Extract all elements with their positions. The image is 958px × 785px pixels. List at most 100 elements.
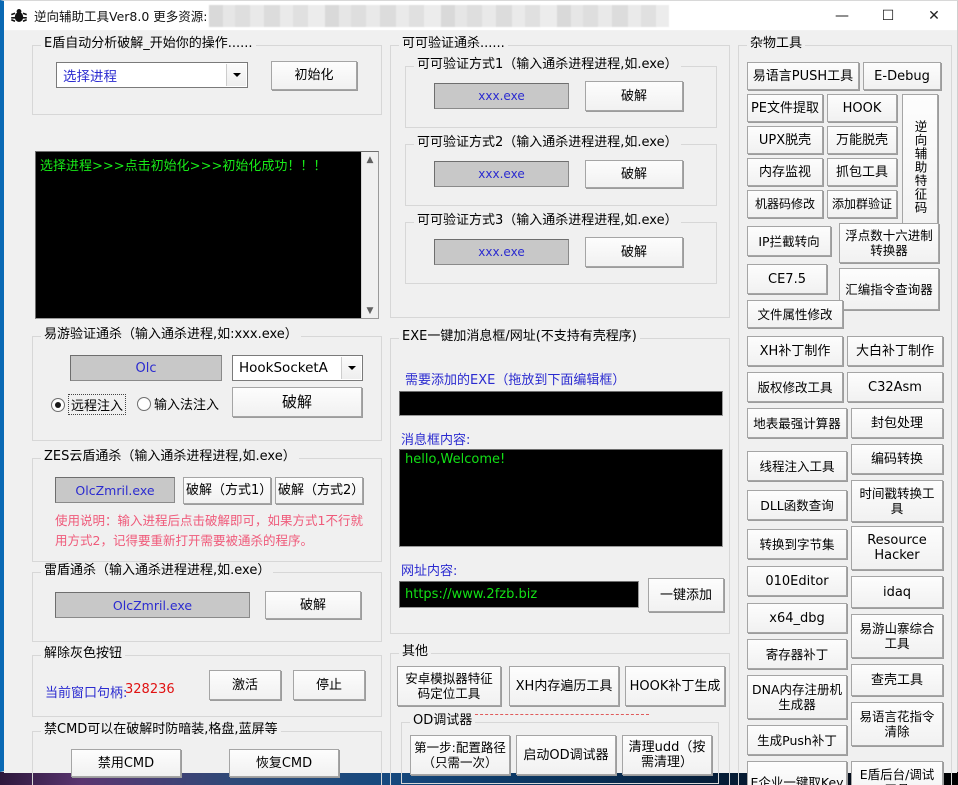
yiyou-hook-combo[interactable]: HookSocketA [232, 355, 363, 381]
tool-epl-junk-clean-button[interactable]: 易语言花指令清除 [851, 702, 943, 746]
message-content-textarea[interactable]: hello,Welcome! [399, 449, 723, 547]
xh-memory-traverse-tool-button[interactable]: XH内存遍历工具 [509, 666, 619, 706]
group-gray-caption: 解除灰色按钮 [41, 647, 125, 661]
tool-shell-detect-button[interactable]: 查壳工具 [851, 664, 943, 696]
tool-file-attribute-edit-button[interactable]: 文件属性修改 [747, 300, 843, 328]
minimize-button[interactable]: — [819, 1, 865, 30]
one-click-add-button[interactable]: 一键添加 [648, 578, 724, 612]
chevron-down-icon[interactable] [226, 64, 246, 86]
tool-yiyou-suite-button[interactable]: 易游山寨综合工具 [851, 614, 943, 658]
tool-easy-push-button[interactable]: 易语言PUSH工具 [747, 62, 859, 90]
group-cmd-caption: 禁CMD可以在破解时防暗装,格盘,蓝屏等 [41, 723, 281, 737]
maximize-button[interactable]: ☐ [865, 1, 911, 30]
group-edun-caption: E盾自动分析破解_开始你的操作...... [41, 37, 256, 51]
radio-ime-dot [137, 397, 151, 411]
process-select-combo[interactable]: 选择进程 [56, 62, 248, 88]
tool-machine-code-edit-button[interactable]: 机器码修改 [747, 190, 823, 218]
hook-patch-gen-button[interactable]: HOOK补丁生成 [625, 666, 725, 706]
scroll-down-icon[interactable]: ▼ [362, 303, 378, 318]
od-launch-button[interactable]: 启动OD调试器 [516, 735, 616, 775]
tool-hook-button[interactable]: HOOK [827, 94, 897, 122]
client-area: E盾自动分析破解_开始你的操作...... 选择进程 初始化 选择进程>>>点击… [4, 31, 957, 773]
initialize-button[interactable]: 初始化 [271, 61, 357, 90]
keke-method-3-input[interactable]: xxx.exe [434, 239, 569, 265]
tool-upx-unpack-button[interactable]: UPX脱壳 [747, 126, 823, 154]
window-title: 逆向辅助工具Ver8.0 更多资源: [34, 6, 207, 25]
zes-crack1-button[interactable]: 破解（方式1） [183, 477, 271, 504]
tool-timestamp-convert-button[interactable]: 时间戳转换工具 [851, 480, 943, 522]
zes-crack2-button[interactable]: 破解（方式2） [275, 477, 363, 504]
group-misc-tools: 杂物工具 易语言PUSH工具 E-Debug PE文件提取 HOOK 逆向辅助特… [738, 45, 952, 785]
tool-010editor-button[interactable]: 010Editor [747, 566, 847, 596]
yiyou-crack-button[interactable]: 破解 [232, 387, 362, 417]
tool-memory-monitor-button[interactable]: 内存监视 [747, 158, 823, 186]
radio-ime-inject[interactable]: 输入法注入 [137, 394, 219, 413]
tool-register-patch-button[interactable]: 寄存器补丁 [747, 639, 847, 669]
tool-float-hex-converter-button[interactable]: 浮点数十六进制转换器 [839, 223, 939, 263]
scroll-up-icon[interactable]: ▲ [362, 152, 378, 167]
tool-e-debug-button[interactable]: E-Debug [863, 62, 941, 90]
tool-gen-push-patch-button[interactable]: 生成Push补丁 [747, 725, 847, 755]
group-yiyou: 易游验证通杀（输入通杀进程,如:xxx.exe） Olc HookSocketA… [32, 336, 382, 441]
tool-c32asm-button[interactable]: C32Asm [847, 372, 943, 402]
log-console[interactable]: 选择进程>>>点击初始化>>>初始化成功！！！ ▲ ▼ [35, 151, 379, 319]
od-configure-path-button[interactable]: 第一步:配置路径（只需一次） [410, 735, 510, 775]
keke-method-3-caption: 可可验证方式3（输入通杀进程进程,如.exe） [414, 214, 681, 228]
keke-method-1-caption: 可可验证方式1（输入通杀进程进程,如.exe） [414, 58, 681, 72]
keke-method-1-crack-button[interactable]: 破解 [585, 81, 683, 111]
tool-reverse-signature-vertical-button[interactable]: 逆向辅助特征码 [902, 94, 938, 241]
tool-idaq-button[interactable]: idaq [851, 576, 943, 608]
window-controls: — ☐ ✕ [819, 1, 957, 30]
keke-method-2-crack-button[interactable]: 破解 [585, 160, 683, 188]
tool-pe-extract-button[interactable]: PE文件提取 [747, 94, 823, 122]
tool-packet-handle-button[interactable]: 封包处理 [851, 408, 943, 438]
log-scrollbar[interactable]: ▲ ▼ [361, 152, 378, 318]
tool-edun-backend-debug-button[interactable]: E盾后台/调试工具 [851, 761, 943, 785]
exe-drop-label: 需要添加的EXE（拖放到下面编辑框） [405, 369, 625, 388]
keke-method-3-crack-button[interactable]: 破解 [585, 237, 683, 267]
group-exe-injector: EXE一键加消息框/网址(不支持有壳程序) 需要添加的EXE（拖放到下面编辑框）… [390, 338, 730, 634]
tool-xh-patch-make-button[interactable]: XH补丁制作 [747, 336, 843, 366]
message-content-label: 消息框内容: [401, 429, 470, 448]
tool-universal-unpack-button[interactable]: 万能脱壳 [827, 126, 897, 154]
tool-add-group-auth-button[interactable]: 添加群验证 [827, 190, 897, 218]
dashed-separator [465, 714, 649, 715]
od-clean-udd-button[interactable]: 清理udd（按需清理） [622, 735, 712, 775]
exe-path-input[interactable] [399, 391, 723, 416]
tool-dll-func-query-button[interactable]: DLL函数查询 [747, 490, 847, 520]
tool-dabai-patch-make-button[interactable]: 大白补丁制作 [847, 336, 943, 366]
tool-encoding-convert-button[interactable]: 编码转换 [851, 444, 943, 474]
tool-copyright-edit-button[interactable]: 版权修改工具 [747, 372, 843, 402]
radio-remote-inject[interactable]: 远程注入 [51, 394, 126, 415]
tool-resource-hacker-button[interactable]: Resource Hacker [851, 526, 943, 570]
tool-asm-instruction-query-button[interactable]: 汇编指令查询器 [839, 268, 939, 310]
url-content-input[interactable]: https://www.2fzb.biz [399, 581, 639, 608]
stop-button[interactable]: 停止 [293, 670, 365, 700]
restore-cmd-button[interactable]: 恢复CMD [229, 749, 339, 777]
keke-method-2-input[interactable]: xxx.exe [434, 161, 569, 187]
tool-packet-capture-button[interactable]: 抓包工具 [827, 158, 897, 186]
disable-cmd-button[interactable]: 禁用CMD [71, 749, 181, 777]
chevron-down-icon[interactable] [341, 357, 361, 379]
android-emulator-sig-tool-button[interactable]: 安卓模拟器特征码定位工具 [397, 666, 501, 706]
leidun-crack-button[interactable]: 破解 [265, 591, 361, 619]
zes-process-input[interactable]: OlcZmril.exe [55, 477, 175, 503]
tool-e-enterprise-getkey-button[interactable]: E企业一键取Key [747, 761, 847, 785]
tool-convert-to-bytes-button[interactable]: 转换到字节集 [747, 529, 847, 559]
radio-remote-label: 远程注入 [68, 394, 126, 415]
close-button[interactable]: ✕ [911, 1, 957, 30]
tool-ip-intercept-button[interactable]: IP拦截转向 [747, 226, 831, 256]
group-keke-method-1: 可可验证方式1（输入通杀进程进程,如.exe） xxx.exe 破解 [405, 66, 717, 128]
tool-dna-keygen-button[interactable]: DNA内存注册机生成器 [747, 675, 847, 719]
tool-strongest-calculator-button[interactable]: 地表最强计算器 [747, 408, 847, 438]
tool-thread-inject-button[interactable]: 线程注入工具 [747, 451, 847, 481]
group-keke-caption: 可可验证通杀...... [399, 37, 508, 51]
leidun-process-input[interactable]: OlcZmril.exe [55, 592, 250, 618]
keke-method-1-input[interactable]: xxx.exe [434, 83, 569, 109]
yiyou-process-input[interactable]: Olc [70, 355, 222, 381]
tool-x64dbg-button[interactable]: x64_dbg [747, 603, 847, 633]
group-exe-caption: EXE一键加消息框/网址(不支持有壳程序) [399, 330, 640, 344]
url-content-label: 网址内容: [401, 560, 457, 579]
tool-ce75-button[interactable]: CE7.5 [747, 264, 827, 294]
activate-button[interactable]: 激活 [209, 670, 281, 700]
